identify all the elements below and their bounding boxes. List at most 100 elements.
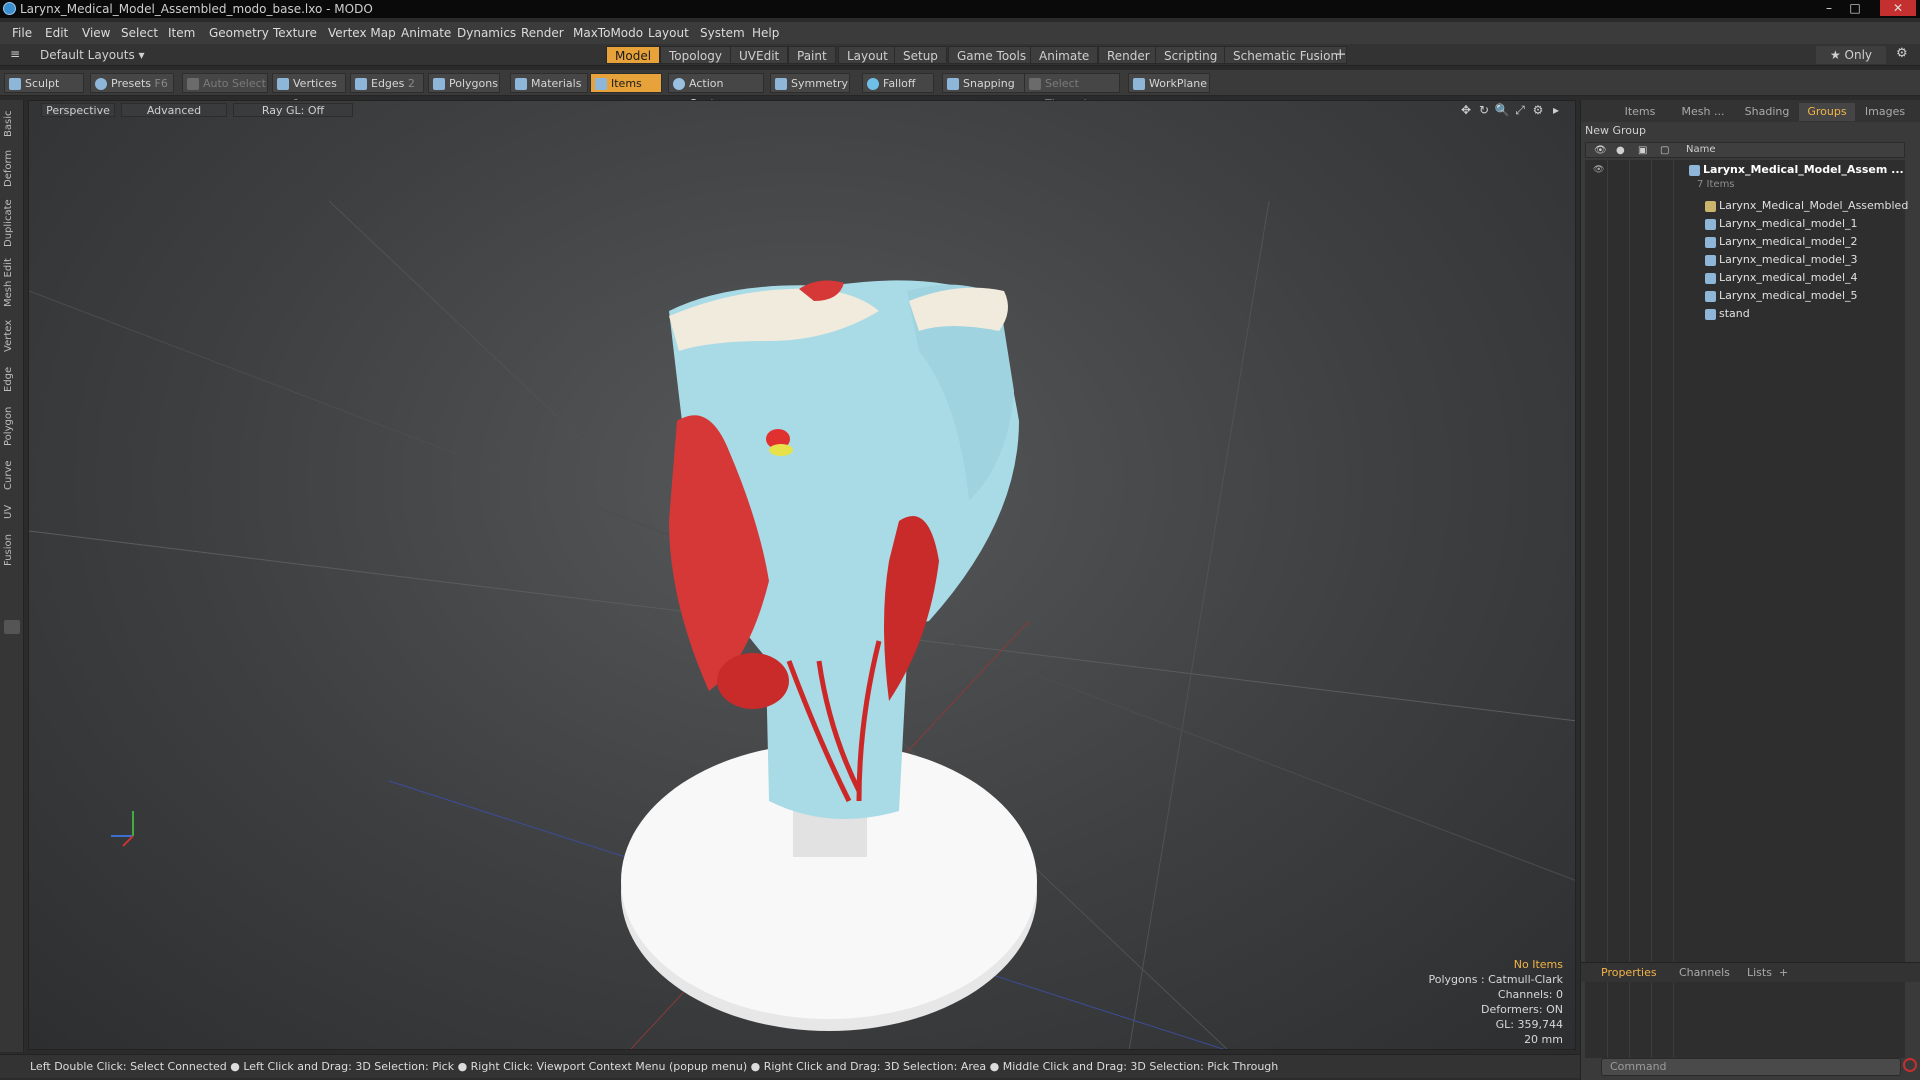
group-row[interactable]: 👁 Larynx_Medical_Model_Assem ... 7 Items [1585, 162, 1905, 190]
record-icon[interactable] [1903, 1058, 1917, 1072]
raygl-toggle[interactable]: Ray GL: Off [233, 103, 353, 117]
menu-system[interactable]: System [700, 26, 745, 40]
select-through-button[interactable]: Select Through [1024, 73, 1120, 110]
fit-icon[interactable]: ⤢ [1511, 103, 1529, 118]
tab-shading[interactable]: Shading [1737, 103, 1797, 121]
list-item[interactable]: Larynx_medical_model_2 [1585, 234, 1905, 252]
menu-render[interactable]: Render [521, 26, 564, 40]
tab-paint[interactable]: Paint [788, 46, 836, 64]
tab-topology[interactable]: Topology [660, 46, 731, 64]
new-group-button[interactable]: New Group [1585, 124, 1665, 138]
tab-uv[interactable]: UV [3, 500, 19, 524]
menu-geometry[interactable]: Geometry [209, 26, 269, 40]
auto-select-button[interactable]: Auto Select [182, 73, 268, 93]
tab-curve[interactable]: Curve [3, 456, 19, 494]
workplane-button[interactable]: WorkPlane [1128, 73, 1210, 93]
menu-layout[interactable]: Layout [648, 26, 689, 40]
action-center-button[interactable]: Action Center [668, 73, 764, 110]
menu-view[interactable]: View [82, 26, 110, 40]
tab-render[interactable]: Render [1098, 46, 1159, 64]
edges-button[interactable]: Edges 2 [350, 73, 424, 93]
name-column-header[interactable]: Name [1686, 144, 1716, 155]
list-item[interactable]: stand [1585, 306, 1905, 324]
falloff-button[interactable]: Falloff [862, 73, 934, 93]
menu-help[interactable]: Help [752, 26, 779, 40]
tab-animate[interactable]: Animate [1030, 46, 1099, 64]
vertices-button[interactable]: Vertices 1 [272, 73, 346, 110]
tab-mesh[interactable]: Mesh ... [1671, 103, 1735, 121]
list-item[interactable]: Larynx_medical_model_3 [1585, 252, 1905, 270]
tab-model[interactable]: Model [606, 46, 661, 64]
tab-schematic-fusion[interactable]: Schematic Fusion [1224, 46, 1348, 64]
edges-icon [355, 78, 367, 90]
materials-button[interactable]: Materials [510, 73, 588, 93]
add-tab-button[interactable]: + [1334, 45, 1347, 63]
tab-channels[interactable]: Channels [1679, 966, 1730, 979]
maximize-button[interactable]: □ [1844, 0, 1866, 16]
add-panel-tab-button[interactable]: + [1779, 966, 1788, 979]
tab-items[interactable]: Items [1611, 103, 1669, 121]
menu-edit[interactable]: Edit [45, 26, 68, 40]
list-item[interactable]: Larynx_medical_model_1 [1585, 216, 1905, 234]
lock-column-icon[interactable]: ▣ [1638, 145, 1647, 156]
tab-images[interactable]: Images [1857, 103, 1913, 121]
tab-properties[interactable]: Properties [1601, 966, 1657, 979]
symmetry-button[interactable]: Symmetry [770, 73, 850, 93]
properties-tabs: Properties Channels Lists + [1581, 962, 1920, 982]
tab-deform[interactable]: Deform [3, 146, 19, 190]
group-icon [1689, 165, 1700, 176]
menu-select[interactable]: Select [121, 26, 158, 40]
tab-polygon[interactable]: Polygon [3, 402, 19, 450]
viewport-gear-icon[interactable]: ⚙ [1529, 103, 1547, 117]
menu-file[interactable]: File [12, 26, 32, 40]
list-item[interactable]: Larynx_medical_model_5 [1585, 288, 1905, 306]
tab-basic[interactable]: Basic [3, 106, 19, 142]
sculpt-button[interactable]: Sculpt [4, 73, 84, 93]
settings-gear-icon[interactable]: ⚙ [1896, 46, 1908, 61]
layout-menu-icon[interactable]: ≡ [10, 47, 20, 61]
tab-game-tools[interactable]: Game Tools [948, 46, 1036, 64]
visibility-column-icon[interactable]: 👁 [1594, 145, 1607, 156]
tab-layout[interactable]: Layout [838, 46, 897, 64]
select-column-icon[interactable]: ▢ [1660, 145, 1669, 156]
default-layouts-dropdown[interactable]: Default Layouts ▾ [40, 48, 145, 62]
list-item[interactable]: Larynx_medical_model_4 [1585, 270, 1905, 288]
tab-fusion[interactable]: Fusion [3, 530, 19, 570]
tab-edge[interactable]: Edge [3, 362, 19, 396]
tab-uvedit[interactable]: UVEdit [730, 46, 789, 64]
close-button[interactable]: ✕ [1880, 0, 1916, 16]
eye-icon[interactable]: 👁 [1593, 165, 1604, 175]
rotate-icon[interactable]: ↻ [1475, 103, 1493, 117]
pan-icon[interactable]: ✥ [1457, 103, 1475, 117]
items-button[interactable]: Items [590, 73, 662, 93]
zoom-icon[interactable]: 🔍 [1493, 103, 1511, 117]
panel-toggle-button[interactable] [4, 620, 20, 634]
list-item[interactable]: Larynx_Medical_Model_Assembled [1585, 198, 1908, 216]
polygons-button[interactable]: Polygons [428, 73, 500, 93]
snapping-button[interactable]: Snapping [942, 73, 1026, 93]
tab-duplicate[interactable]: Duplicate [3, 196, 19, 250]
tab-groups[interactable]: Groups [1799, 103, 1855, 121]
expand-arrow-icon[interactable]: ▸ [1547, 103, 1565, 117]
3d-viewport[interactable]: Perspective Advanced Ray GL: Off ✥ ↻ 🔍 ⤢ ⚙ ▸ … [28, 100, 1576, 1050]
tab-vertex[interactable]: Vertex [3, 316, 19, 356]
presets-button[interactable]: Presets F6 [90, 73, 174, 93]
advanced-dropdown[interactable]: Advanced [121, 103, 227, 117]
menu-vertex-map[interactable]: Vertex Map [328, 26, 396, 40]
tab-mesh-edit[interactable]: Mesh Edit [3, 256, 19, 310]
command-input[interactable]: Command [1601, 1058, 1901, 1076]
tab-scripting[interactable]: Scripting [1155, 46, 1227, 64]
minimize-button[interactable]: – [1818, 0, 1840, 16]
scene-render[interactable] [29, 101, 1576, 1050]
render-column-icon[interactable]: ● [1616, 145, 1625, 156]
menu-maxtomodo[interactable]: MaxToModo [573, 26, 643, 40]
perspective-dropdown[interactable]: Perspective [41, 103, 115, 117]
menu-item[interactable]: Item [168, 26, 195, 40]
menu-dynamics[interactable]: Dynamics [457, 26, 516, 40]
only-toggle[interactable]: ★ Only [1816, 46, 1886, 64]
cricothyroid-muscle[interactable] [717, 653, 789, 709]
menu-animate[interactable]: Animate [401, 26, 451, 40]
tab-lists[interactable]: Lists [1747, 966, 1772, 979]
tab-setup[interactable]: Setup [894, 46, 947, 64]
menu-texture[interactable]: Texture [273, 26, 317, 40]
